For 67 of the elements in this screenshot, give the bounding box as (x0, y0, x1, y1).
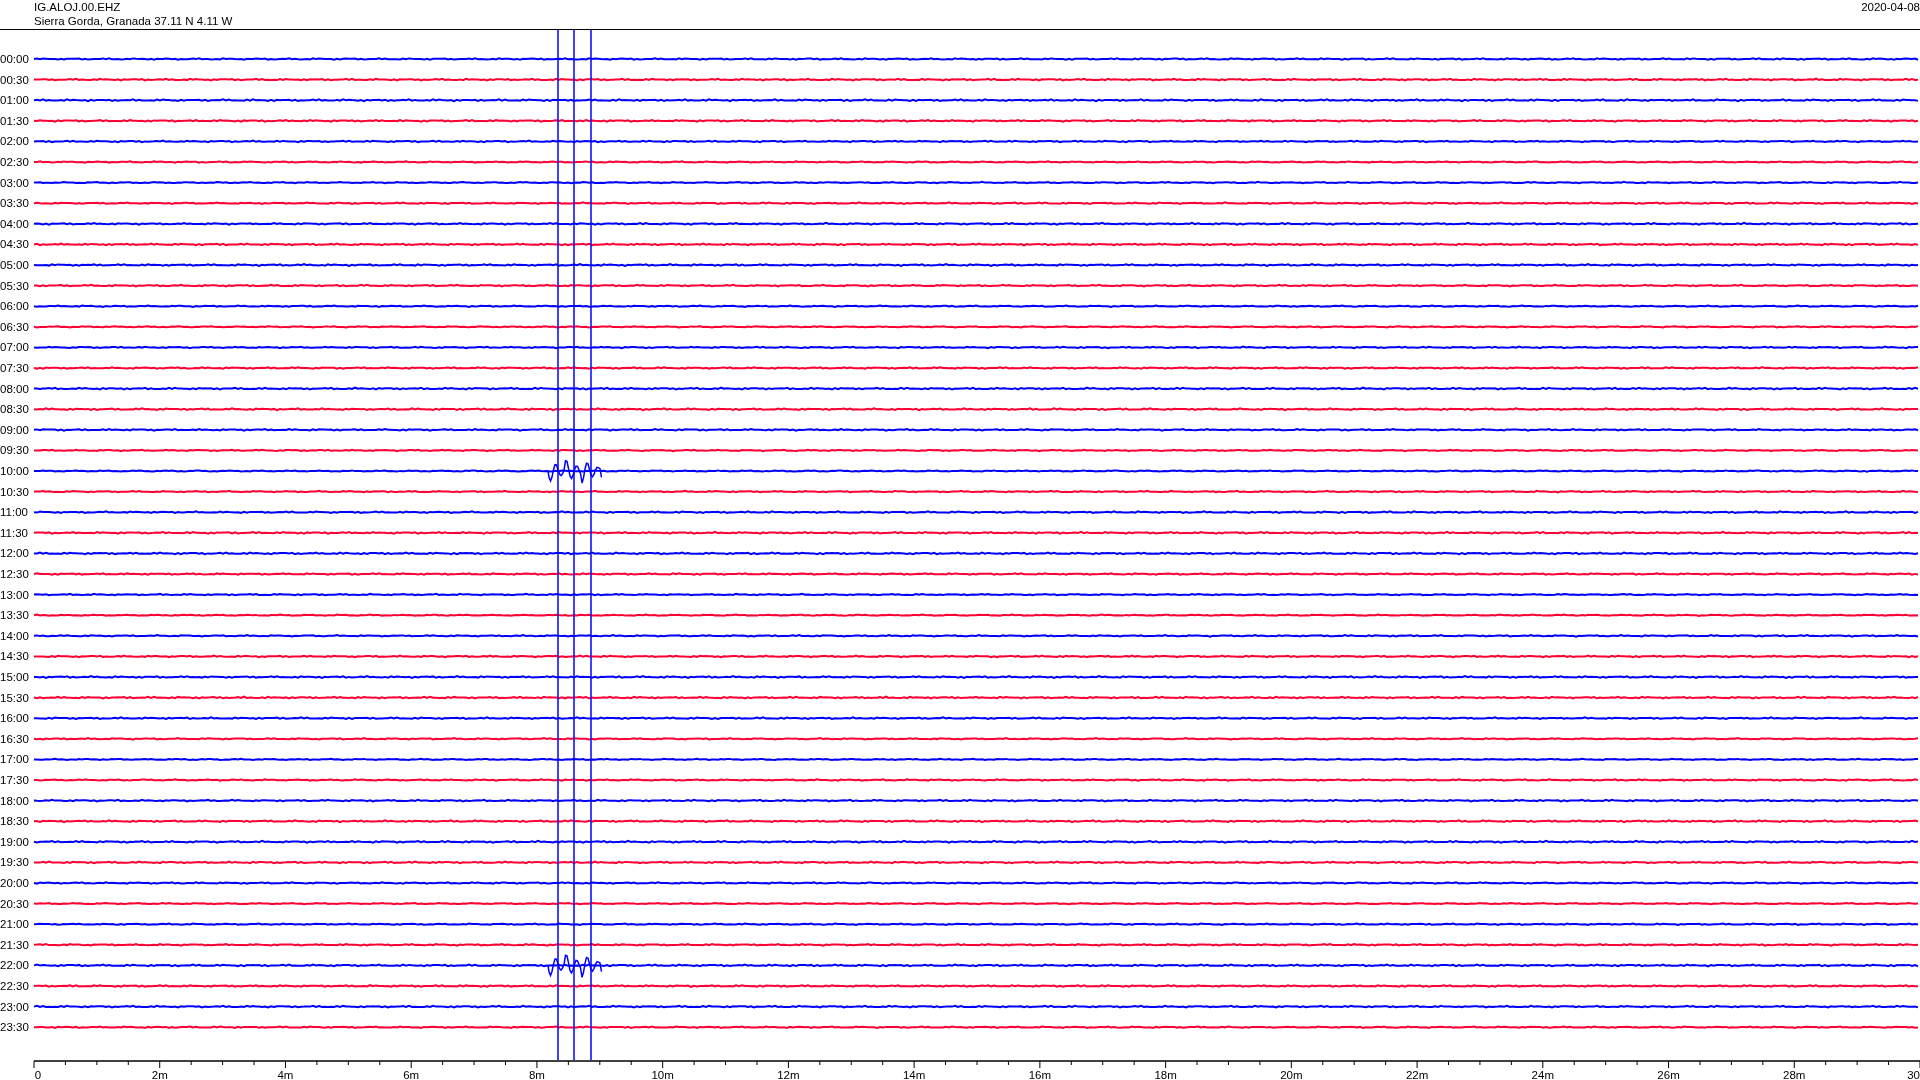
row-time-label: 19:00 (0, 835, 29, 848)
row-time-label: 21:30 (0, 938, 29, 951)
row-time-label: 13:00 (0, 588, 29, 601)
row-time-label: 16:30 (0, 732, 29, 745)
axis-tick-label: 18m (1154, 1069, 1177, 1080)
axis-tick-label: 30 (1907, 1069, 1920, 1080)
row-time-label: 15:30 (0, 691, 29, 704)
axis-tick-label: 22m (1405, 1069, 1429, 1080)
row-time-label: 06:30 (0, 320, 29, 333)
row-time-label: 08:00 (0, 382, 29, 395)
row-time-label: 06:00 (0, 300, 29, 313)
row-time-label: 04:00 (0, 217, 29, 230)
row-time-label: 13:30 (0, 609, 29, 622)
row-time-label: 18:00 (0, 794, 29, 807)
row-time-label: 14:00 (0, 629, 29, 642)
axis-tick-label: 2m (151, 1069, 168, 1080)
axis-tick-label: 20m (1280, 1069, 1303, 1080)
row-time-label: 16:00 (0, 712, 29, 725)
row-time-label: 23:30 (0, 1021, 29, 1034)
row-time-label: 22:30 (0, 980, 29, 992)
axis-tick-label: 26m (1657, 1069, 1680, 1080)
row-time-label: 17:30 (0, 774, 29, 786)
axis-tick-label: 14m (902, 1069, 926, 1080)
row-time-label: 00:00 (0, 53, 29, 65)
row-time-label: 01:00 (0, 94, 29, 107)
row-time-label: 08:30 (0, 403, 29, 416)
axis-tick-label: 10m (651, 1069, 674, 1080)
row-time-label: 11:30 (0, 526, 28, 539)
row-time-label: 12:30 (0, 568, 29, 580)
row-time-label: 05:00 (0, 259, 29, 271)
axis-tick-label: 28m (1783, 1069, 1806, 1080)
row-time-label: 09:00 (0, 423, 29, 436)
row-time-label: 03:00 (0, 176, 29, 189)
row-time-label: 18:30 (0, 815, 29, 828)
station-code: IG.ALOJ.00.EHZ (34, 0, 122, 14)
row-time-label: 21:00 (0, 918, 29, 931)
axis-tick-label: 4m (277, 1069, 294, 1080)
row-time-label: 12:00 (0, 547, 29, 560)
row-time-label: 03:30 (0, 197, 29, 210)
row-time-label: 10:30 (0, 485, 29, 498)
row-time-label: 22:00 (0, 959, 29, 972)
row-time-label: 07:30 (0, 362, 29, 374)
axis-tick-label: 16m (1028, 1069, 1052, 1080)
row-time-label: 20:00 (0, 877, 29, 889)
row-time-label: 17:00 (0, 753, 29, 766)
row-time-label: 11:00 (0, 506, 28, 519)
axis-tick-label: 24m (1531, 1069, 1554, 1080)
row-time-label: 01:30 (0, 114, 29, 127)
row-time-label: 02:00 (0, 135, 29, 148)
row-time-label: 07:00 (0, 341, 29, 354)
row-time-label: 15:00 (0, 671, 29, 683)
row-time-label: 10:00 (0, 465, 29, 477)
axis-tick-label: 0 (34, 1069, 42, 1080)
row-time-label: 23:00 (0, 1000, 29, 1013)
axis-tick-label: 12m (777, 1069, 800, 1080)
plot-date: 2020-04-08 (1861, 0, 1920, 14)
row-time-label: 14:30 (0, 650, 29, 663)
row-time-label: 00:30 (0, 73, 29, 86)
row-time-label: 04:30 (0, 238, 29, 251)
row-time-label: 19:30 (0, 856, 29, 869)
station-location: Sierra Gorda, Granada 37.11 N 4.11 W (34, 14, 233, 28)
row-time-label: 02:30 (0, 156, 29, 168)
row-time-label: 05:30 (0, 279, 29, 292)
axis-tick-label: 8m (528, 1069, 545, 1080)
row-time-label: 09:30 (0, 444, 29, 457)
row-time-label: 20:30 (0, 897, 29, 910)
axis-tick-label: 6m (403, 1069, 420, 1080)
